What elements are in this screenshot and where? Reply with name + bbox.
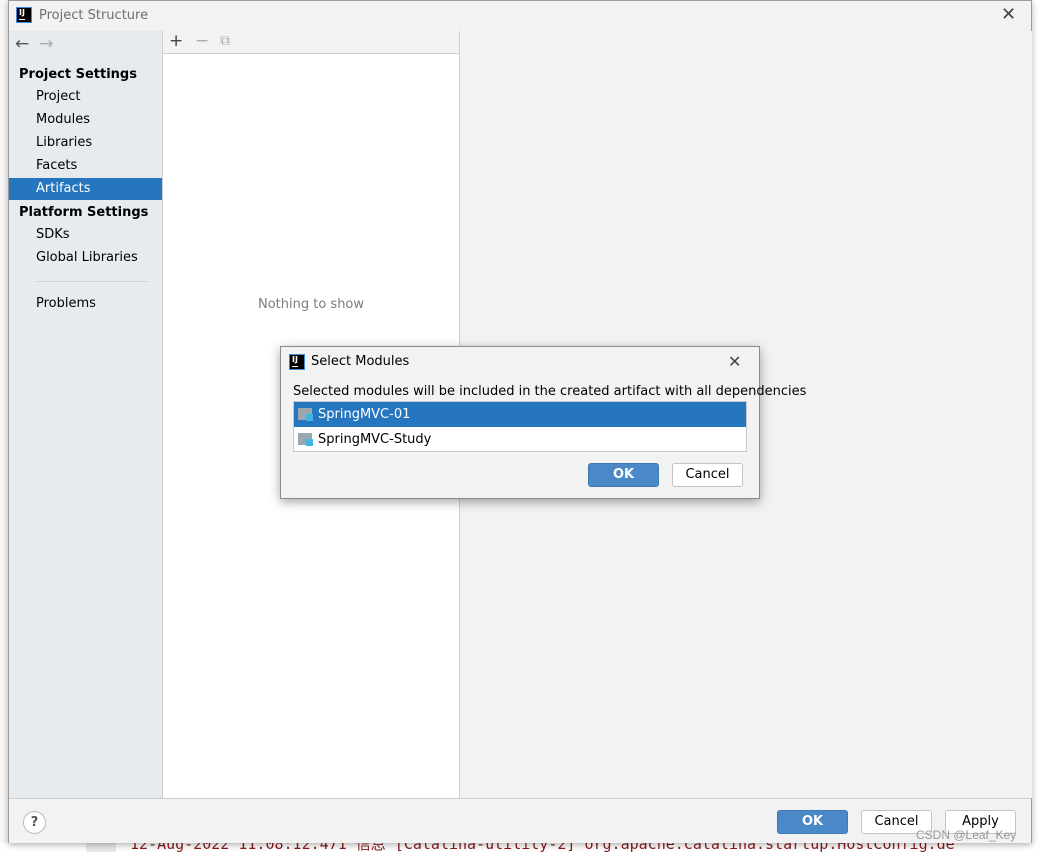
select-modules-dialog: IJ Select Modules ✕ Selected modules wil… bbox=[280, 346, 806, 499]
sidebar-item-modules[interactable]: Modules bbox=[9, 109, 162, 131]
window-title: Project Structure bbox=[39, 8, 149, 23]
module-item-springmvc-01[interactable]: SpringMVC-01 bbox=[294, 402, 746, 427]
modal-cancel-button[interactable]: Cancel bbox=[672, 463, 743, 487]
empty-state-text: Nothing to show bbox=[257, 297, 365, 312]
forward-arrow-icon[interactable]: → bbox=[39, 34, 53, 54]
sidebar-item-problems[interactable]: Problems bbox=[9, 293, 162, 315]
modules-list: SpringMVC-01 SpringMVC-Study bbox=[293, 401, 747, 452]
add-icon[interactable]: + bbox=[169, 31, 183, 51]
module-folder-icon bbox=[298, 433, 313, 446]
back-arrow-icon[interactable]: ← bbox=[15, 34, 29, 54]
help-button[interactable]: ? bbox=[23, 811, 46, 834]
modal-description: Selected modules will be included in the… bbox=[293, 384, 807, 399]
module-item-springmvc-study[interactable]: SpringMVC-Study bbox=[294, 427, 746, 452]
watermark: CSDN @Leaf_Key bbox=[916, 828, 1017, 842]
sidebar: ← → Project Settings Project Modules Libr… bbox=[9, 31, 162, 798]
background-ide-right bbox=[1032, 0, 1040, 852]
close-icon[interactable]: ✕ bbox=[1001, 6, 1016, 24]
ok-button[interactable]: OK bbox=[777, 810, 848, 834]
intellij-logo-icon: IJ bbox=[289, 354, 305, 370]
sidebar-divider bbox=[36, 281, 148, 282]
artifacts-toolbar: + − ⧉ bbox=[163, 31, 459, 54]
module-folder-icon bbox=[298, 408, 313, 421]
background-ide-left bbox=[0, 0, 8, 852]
remove-icon[interactable]: − bbox=[195, 31, 209, 51]
module-name: SpringMVC-01 bbox=[318, 407, 411, 422]
section-platform-settings: Platform Settings bbox=[19, 205, 149, 220]
modal-ok-button[interactable]: OK bbox=[588, 463, 659, 487]
sidebar-item-facets[interactable]: Facets bbox=[9, 155, 162, 177]
intellij-logo-icon: IJ bbox=[16, 7, 32, 23]
dialog-footer: ? OK Cancel Apply bbox=[9, 798, 1031, 843]
sidebar-item-project[interactable]: Project bbox=[9, 86, 162, 108]
modal-close-icon[interactable]: ✕ bbox=[728, 353, 741, 371]
module-name: SpringMVC-Study bbox=[318, 432, 432, 447]
console-gutter bbox=[86, 843, 116, 852]
title-bar: IJ Project Structure ✕ bbox=[9, 1, 1031, 31]
copy-icon[interactable]: ⧉ bbox=[220, 33, 230, 49]
sidebar-item-sdks[interactable]: SDKs bbox=[9, 224, 162, 246]
section-project-settings: Project Settings bbox=[19, 67, 137, 82]
sidebar-item-global-libraries[interactable]: Global Libraries bbox=[9, 247, 162, 269]
sidebar-item-artifacts[interactable]: Artifacts bbox=[9, 178, 162, 200]
modal-title: Select Modules bbox=[311, 354, 410, 369]
sidebar-item-libraries[interactable]: Libraries bbox=[9, 132, 162, 154]
